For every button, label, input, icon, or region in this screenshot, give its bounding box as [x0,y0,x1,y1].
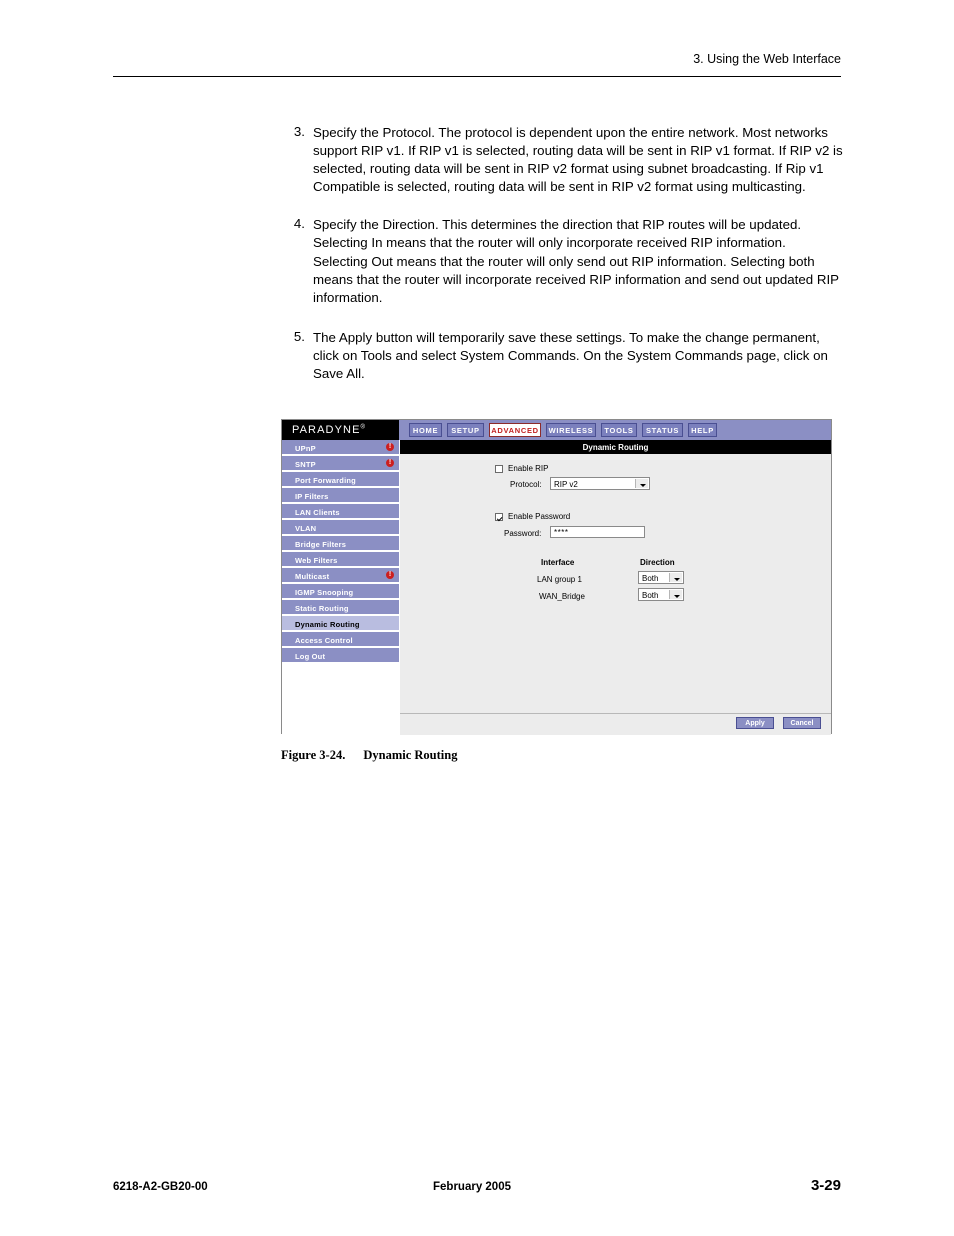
router-ui-screenshot: PARADYNE® HOME SETUP ADVANCED WIRELESS T… [281,419,832,735]
sidebar-item-dynamic-routing[interactable]: Dynamic Routing [282,616,399,631]
content-area: Dynamic Routing Enable RIP Protocol: RIP… [399,440,831,735]
sidebar-item-lan-clients[interactable]: LAN Clients [282,504,399,519]
password-field-value: **** [554,528,569,537]
button-bar: Apply Cancel [400,713,831,735]
password-field[interactable]: **** [550,526,645,538]
direction-select-lan[interactable]: Both [638,571,684,584]
tab-status[interactable]: STATUS [642,423,683,437]
sidebar-item-vlan[interactable]: VLAN [282,520,399,535]
enable-rip-label: Enable RIP [508,464,549,473]
sidebar-item-label: SNTP [295,459,316,469]
sidebar-item-ip-filters[interactable]: IP Filters [282,488,399,503]
brand-text: PARADYNE [292,424,361,436]
direction-select-wan[interactable]: Both [638,588,684,601]
warning-icon: ! [386,459,394,467]
table-row-interface: WAN_Bridge [539,592,585,601]
sidebar-item-multicast[interactable]: Multicast ! [282,568,399,583]
sidebar-item-access-control[interactable]: Access Control [282,632,399,647]
col-header-interface: Interface [541,558,575,567]
warning-icon: ! [386,443,394,451]
sidebar-item-bridge-filters[interactable]: Bridge Filters [282,536,399,551]
step-number: 5. [293,328,305,344]
sidebar-item-label: VLAN [295,523,317,533]
sidebar-item-web-filters[interactable]: Web Filters [282,552,399,567]
step-number: 4. [293,216,305,232]
chevron-down-icon [669,573,682,582]
password-label: Password: [504,529,542,538]
enable-password-label: Enable Password [508,512,571,521]
page: 3. Using the Web Interface 3. Specify th… [0,0,954,1236]
sidebar-item-port-forwarding[interactable]: Port Forwarding [282,472,399,487]
warning-icon: ! [386,571,394,579]
list-item: 5. The Apply button will temporarily sav… [283,329,843,383]
sidebar-item-label: Access Control [295,635,353,645]
enable-rip-checkbox[interactable] [495,465,503,473]
list-item: 4. Specify the Direction. This determine… [283,216,843,306]
col-header-direction: Direction [640,558,675,567]
direction-select-value: Both [642,590,659,600]
direction-select-value: Both [642,573,659,583]
tab-tools[interactable]: TOOLS [601,423,637,437]
sidebar-item-label: Port Forwarding [295,475,356,485]
step-number: 3. [293,124,305,139]
chevron-down-icon [635,479,648,488]
dynamic-routing-form: Enable RIP Protocol: RIP v2 Enable Passw… [400,454,831,713]
tab-advanced[interactable]: ADVANCED [489,423,541,437]
tab-wireless[interactable]: WIRELESS [546,423,596,437]
header-rule [113,76,841,77]
protocol-select-value: RIP v2 [554,479,578,489]
sidebar-item-label: Log Out [295,651,326,661]
chevron-down-icon [669,590,682,599]
sidebar-item-label: Static Routing [295,603,349,613]
side-nav: UPnP ! SNTP ! Port Forwarding IP Filters… [282,440,399,734]
footer-document-id: 6218-A2-GB20-00 [113,1181,208,1193]
sidebar-item-log-out[interactable]: Log Out [282,648,399,663]
table-row-interface: LAN group 1 [537,575,582,584]
tab-home[interactable]: HOME [409,423,442,437]
numbered-steps: 3. Specify the Protocol. The protocol is… [283,124,843,400]
sidebar-item-label: Bridge Filters [295,539,347,549]
sidebar-item-label: Dynamic Routing [295,619,360,629]
running-header: 3. Using the Web Interface [693,52,841,66]
sidebar-item-label: IP Filters [295,491,329,501]
sidebar-item-label: UPnP [295,443,316,453]
step-text: Specify the Protocol. The protocol is de… [313,125,843,195]
ui-topbar: PARADYNE® HOME SETUP ADVANCED WIRELESS T… [282,420,831,440]
step-text: Specify the Direction. This determines t… [313,217,839,305]
sidebar-item-igmp-snooping[interactable]: IGMP Snooping [282,584,399,599]
sidebar-item-label: LAN Clients [295,507,340,517]
sidebar-item-label: Web Filters [295,555,338,565]
figure-caption: Figure 3-24. Dynamic Routing [281,748,457,763]
tab-setup[interactable]: SETUP [447,423,484,437]
sidebar-item-static-routing[interactable]: Static Routing [282,600,399,615]
figure-title: Dynamic Routing [363,748,458,762]
top-nav: HOME SETUP ADVANCED WIRELESS TOOLS STATU… [399,420,831,440]
figure-number: Figure 3-24. [281,748,346,762]
apply-button[interactable]: Apply [736,717,774,729]
tab-help[interactable]: HELP [688,423,717,437]
sidebar-item-sntp[interactable]: SNTP ! [282,456,399,471]
list-item: 3. Specify the Protocol. The protocol is… [283,124,843,196]
sidebar-item-upnp[interactable]: UPnP ! [282,440,399,455]
panel-title: Dynamic Routing [400,440,831,454]
sidebar-item-label: IGMP Snooping [295,587,354,597]
footer-date: February 2005 [433,1181,511,1193]
enable-password-checkbox[interactable] [495,513,503,521]
sidebar-item-label: Multicast [295,571,330,581]
brand-trademark: ® [360,424,365,431]
footer-page-number: 3-29 [810,1177,841,1194]
brand-logo: PARADYNE® [282,420,399,440]
brand-name: PARADYNE® [292,424,365,436]
cancel-button[interactable]: Cancel [783,717,821,729]
protocol-select[interactable]: RIP v2 [550,477,650,490]
protocol-label: Protocol: [510,480,542,489]
step-text: The Apply button will temporarily save t… [313,329,828,382]
